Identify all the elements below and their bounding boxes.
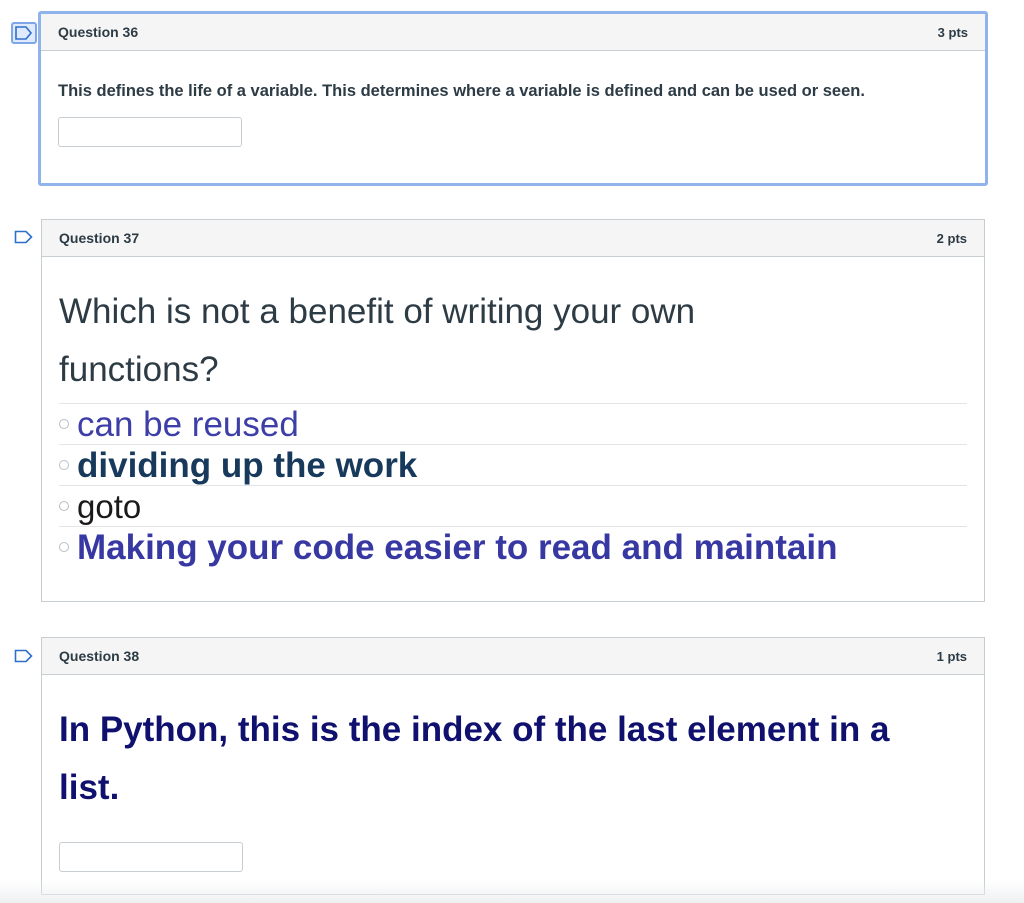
question-header: Question 37 2 pts	[42, 220, 984, 257]
question-38: Question 38 1 pts In Python, this is the…	[41, 637, 985, 895]
question-header: Question 36 3 pts	[41, 14, 985, 51]
question-36: Question 36 3 pts This defines the life …	[38, 11, 988, 186]
question-header: Question 38 1 pts	[42, 638, 984, 675]
question-title: Question 37	[59, 230, 140, 246]
answer-label: dividing up the work	[77, 445, 418, 485]
answer-label: Making your code easier to read and main…	[77, 527, 838, 567]
question-points: 1 pts	[936, 648, 967, 664]
question-prompt: Which is not a benefit of writing your o…	[59, 292, 696, 389]
answer-option[interactable]: goto	[59, 485, 967, 526]
answer-label: goto	[77, 487, 142, 525]
flag-question-37-icon[interactable]	[14, 230, 34, 244]
bottom-fade	[0, 881, 1024, 903]
answer-input[interactable]	[58, 117, 242, 147]
question-body: Which is not a benefit of writing your o…	[42, 257, 984, 567]
question-title: Question 36	[58, 24, 139, 40]
question-body: In Python, this is the index of the last…	[42, 675, 984, 872]
question-37: Question 37 2 pts Which is not a benefit…	[41, 219, 985, 602]
question-points: 3 pts	[937, 24, 968, 40]
answer-options: can be reused dividing up the work goto …	[59, 403, 967, 567]
question-body: This defines the life of a variable. Thi…	[41, 51, 985, 147]
answer-input[interactable]	[59, 842, 243, 872]
answer-option[interactable]: dividing up the work	[59, 444, 967, 485]
question-prompt: This defines the life of a variable. Thi…	[58, 82, 865, 100]
radio-button-icon[interactable]	[59, 542, 69, 552]
radio-button-icon[interactable]	[59, 460, 69, 470]
radio-button-icon[interactable]	[59, 501, 69, 511]
question-points: 2 pts	[936, 230, 967, 246]
question-title: Question 38	[59, 648, 140, 664]
radio-button-icon[interactable]	[59, 419, 69, 429]
answer-option[interactable]: Making your code easier to read and main…	[59, 526, 967, 567]
question-prompt: In Python, this is the index of the last…	[59, 710, 890, 807]
flag-question-36-icon[interactable]	[11, 22, 37, 44]
flag-question-38-icon[interactable]	[14, 649, 34, 663]
answer-option[interactable]: can be reused	[59, 403, 967, 444]
answer-label: can be reused	[77, 404, 299, 444]
